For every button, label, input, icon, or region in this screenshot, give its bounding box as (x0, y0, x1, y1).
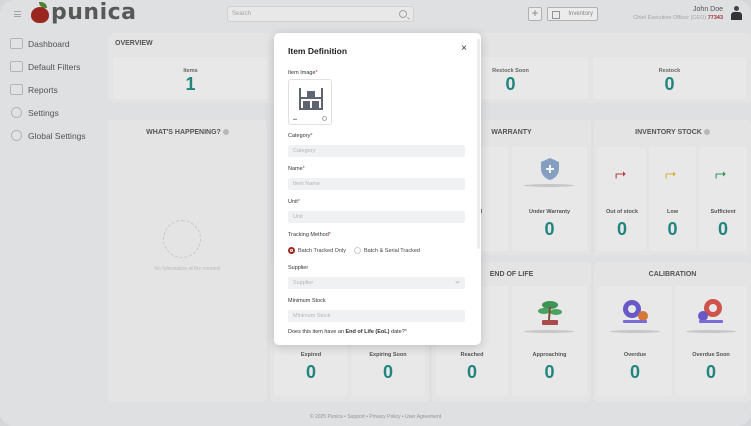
item-image-label: Item Image* (288, 70, 318, 76)
minimum-stock-field[interactable]: Minimum Stock (288, 310, 465, 322)
label-text: Item Image (288, 70, 316, 76)
eol-question-bold: End of Life (EoL) (345, 329, 390, 335)
chevron-down-icon (455, 279, 460, 284)
required-mark: * (310, 133, 313, 139)
name-label: Name* (288, 166, 305, 172)
name-field[interactable]: Item Name (288, 178, 465, 190)
eol-question: Does this item have an End of Life (EoL)… (288, 329, 407, 335)
required-mark: * (297, 199, 300, 205)
item-image-upload[interactable]: ▬ (288, 79, 332, 125)
supplier-label: Supplier (288, 265, 309, 271)
shelf-icon (299, 88, 323, 110)
unit-field[interactable]: Unit (288, 211, 465, 223)
close-icon[interactable]: × (461, 44, 467, 54)
modal-title: Item Definition (288, 46, 348, 56)
required-mark: * (302, 166, 305, 172)
label-text: Tracking Method (288, 232, 329, 238)
category-label: Category* (288, 133, 312, 139)
minimum-stock-placeholder: Minimum Stock (293, 313, 331, 319)
category-field[interactable]: Category (288, 145, 465, 157)
unit-label: Unit* (288, 199, 300, 205)
required-mark: * (328, 232, 331, 238)
label-text: Name (288, 166, 303, 172)
item-definition-modal: Item Definition × Item Image* ▬ Category… (274, 33, 481, 345)
required-mark: * (315, 70, 318, 76)
category-placeholder: Category (293, 148, 316, 154)
required-mark: * (404, 329, 407, 335)
eol-question-post: date? (389, 329, 405, 335)
modal-scrollbar[interactable] (477, 39, 480, 249)
tracking-method-label: Tracking Method* (288, 232, 331, 238)
radio-batch-tracked[interactable] (288, 247, 295, 254)
name-placeholder: Item Name (293, 181, 320, 187)
supplier-select[interactable]: Supplier (288, 277, 465, 289)
radio-label[interactable]: Batch Tracked Only (298, 248, 346, 254)
radio-batch-serial-tracked[interactable] (354, 247, 361, 254)
radio-label[interactable]: Batch & Serial Tracked (364, 248, 420, 254)
minimum-stock-label: Minimum Stock (288, 298, 326, 304)
unit-placeholder: Unit (293, 214, 303, 220)
image-replace-icon[interactable] (322, 116, 327, 121)
tracking-method-options: Batch Tracked Only Batch & Serial Tracke… (288, 247, 428, 254)
image-remove-icon[interactable]: ▬ (293, 116, 297, 121)
label-text: Category (288, 133, 311, 139)
supplier-placeholder: Supplier (293, 280, 314, 286)
eol-question-pre: Does this item have an (288, 329, 346, 335)
label-text: Unit (288, 199, 298, 205)
